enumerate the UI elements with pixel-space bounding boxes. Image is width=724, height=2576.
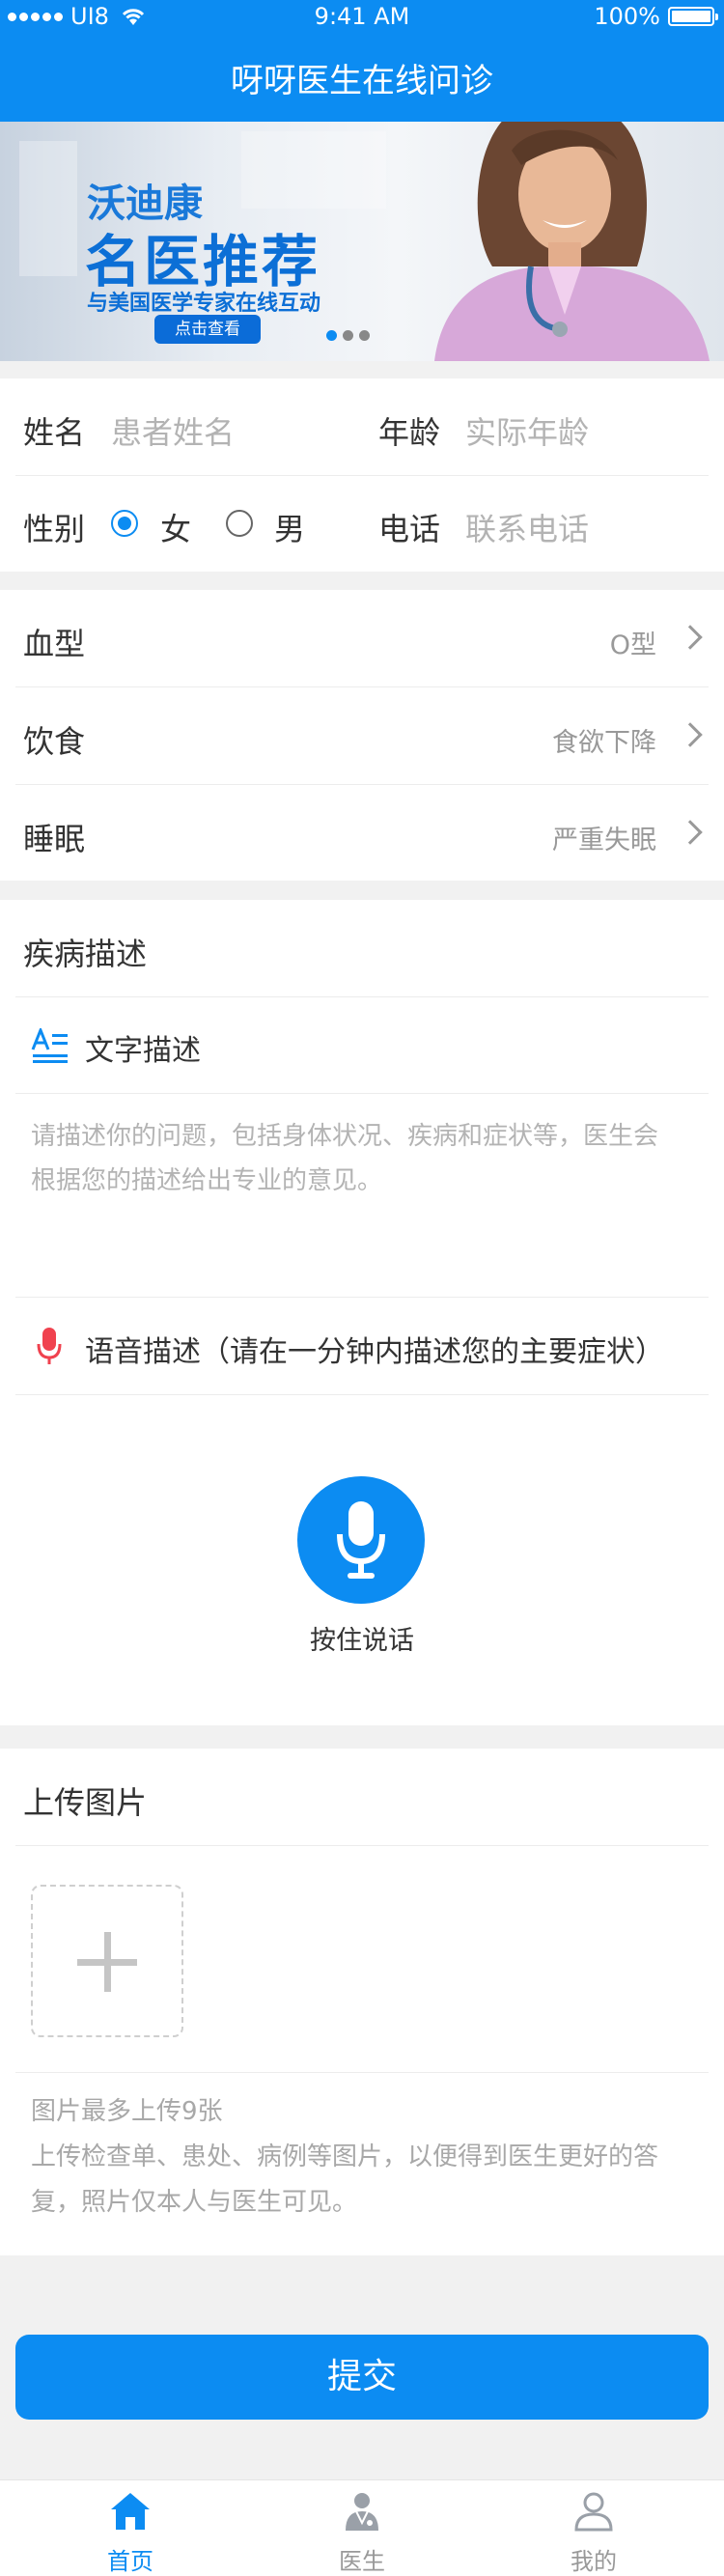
text-description-title: 文字描述 [85,1034,201,1068]
age-input[interactable]: 实际年龄 [465,408,589,453]
diet-value: 食欲下降 [552,728,656,758]
male-radio[interactable] [226,510,253,537]
disease-section-title: 疾病描述 [23,936,148,972]
tab-bar: 首页 医生 我的 [0,2479,724,2576]
text-description-icon [31,1028,68,1063]
profile-icon [574,2492,613,2532]
tab-doctor[interactable]: 医生 [241,2480,483,2576]
doctor-icon [346,2493,378,2531]
text-description-input[interactable]: 请描述你的问题，包括身体状况、疾病和症状等，医生会 根据您的描述给出专业的意见。 [31,1114,707,1240]
patient-info-card: 姓名 患者姓名 年龄 实际年龄 性别 女 男 电话 联系电话 [0,378,724,572]
voice-description-title: 语音描述（请在一分钟内描述您的主要症状） [85,1335,664,1369]
blood-type-label: 血型 [23,626,86,662]
male-label[interactable]: 男 [274,505,305,549]
text-placeholder-line: 请描述你的问题，包括身体状况、疾病和症状等，医生会 [31,1122,659,1151]
female-radio[interactable] [111,510,138,537]
pager-dot[interactable] [359,330,370,341]
doctor-photo [434,122,710,361]
health-info-card: 血型 O型 饮食 食欲下降 睡眠 严重失眠 [0,590,724,881]
name-input[interactable]: 患者姓名 [111,408,235,453]
battery-icon [668,7,718,26]
blood-type-row[interactable]: 血型 O型 [0,590,724,686]
promo-banner[interactable]: 沃迪康 名医推荐 与美国医学专家在线互动 点击查看 [0,122,724,361]
text-placeholder-line: 根据您的描述给出专业的意见。 [31,1166,383,1195]
banner-subtitle: 与美国医学专家在线互动 [87,292,321,316]
gender-label: 性别 [23,511,86,547]
tab-profile-label: 我的 [571,2548,617,2575]
blood-type-value: O型 [609,630,656,660]
battery-percent: 100% [594,3,660,30]
hold-to-talk-button[interactable] [297,1476,425,1604]
chevron-right-icon [678,625,703,650]
age-label: 年龄 [378,414,441,451]
tab-home[interactable]: 首页 [10,2480,251,2576]
upload-section-title: 上传图片 [23,1784,148,1821]
diet-label: 饮食 [23,723,86,760]
chevron-right-icon [678,820,703,845]
upload-hint-line: 复，照片仅本人与医生可见。 [31,2188,358,2217]
gender-phone-row: 性别 女 男 电话 联系电话 [0,475,724,572]
microphone-icon [37,1328,62,1364]
add-image-button[interactable] [31,1885,183,2037]
tab-home-label: 首页 [107,2548,153,2575]
hold-to-talk-label: 按住说话 [310,1626,414,1656]
submit-button[interactable]: 提交 [15,2335,709,2420]
diet-row[interactable]: 饮食 食欲下降 [0,687,724,784]
pager-dot[interactable] [326,330,337,341]
phone-label: 电话 [378,511,441,547]
upload-hint: 图片最多上传9张 上传检查单、患处、病例等图片，以便得到医生更好的答 复，照片仅… [31,2089,707,2226]
name-label: 姓名 [23,414,86,451]
name-age-row: 姓名 患者姓名 年龄 实际年龄 [0,378,724,475]
banner-pager[interactable] [326,330,370,341]
upload-limit-text: 图片最多上传9张 [31,2097,223,2126]
sleep-value: 严重失眠 [552,826,656,855]
chevron-right-icon [678,722,703,747]
sleep-row[interactable]: 睡眠 严重失眠 [0,785,724,882]
banner-view-button[interactable]: 点击查看 [154,315,261,344]
upload-card: 上传图片 图片最多上传9张 上传检查单、患处、病例等图片，以便得到医生更好的答 … [0,1749,724,2255]
sleep-label: 睡眠 [23,821,86,857]
disease-description-card: 疾病描述 文字描述 请描述你的问题，包括身体状况、疾病和症状等，医生会 根据您的… [0,900,724,1725]
status-bar: UI8 9:41 AM 100% [0,0,724,35]
tab-profile[interactable]: 我的 [473,2480,714,2576]
upload-hint-line: 上传检查单、患处、病例等图片，以便得到医生更好的答 [31,2142,659,2171]
tab-doctor-label: 医生 [339,2548,385,2575]
header: 呀呀医生在线问诊 [0,35,724,122]
home-icon [111,2493,150,2530]
phone-input[interactable]: 联系电话 [465,505,589,549]
page-title: 呀呀医生在线问诊 [231,62,493,100]
female-label[interactable]: 女 [160,505,191,549]
microphone-icon [337,1501,385,1579]
pager-dot[interactable] [343,330,353,341]
